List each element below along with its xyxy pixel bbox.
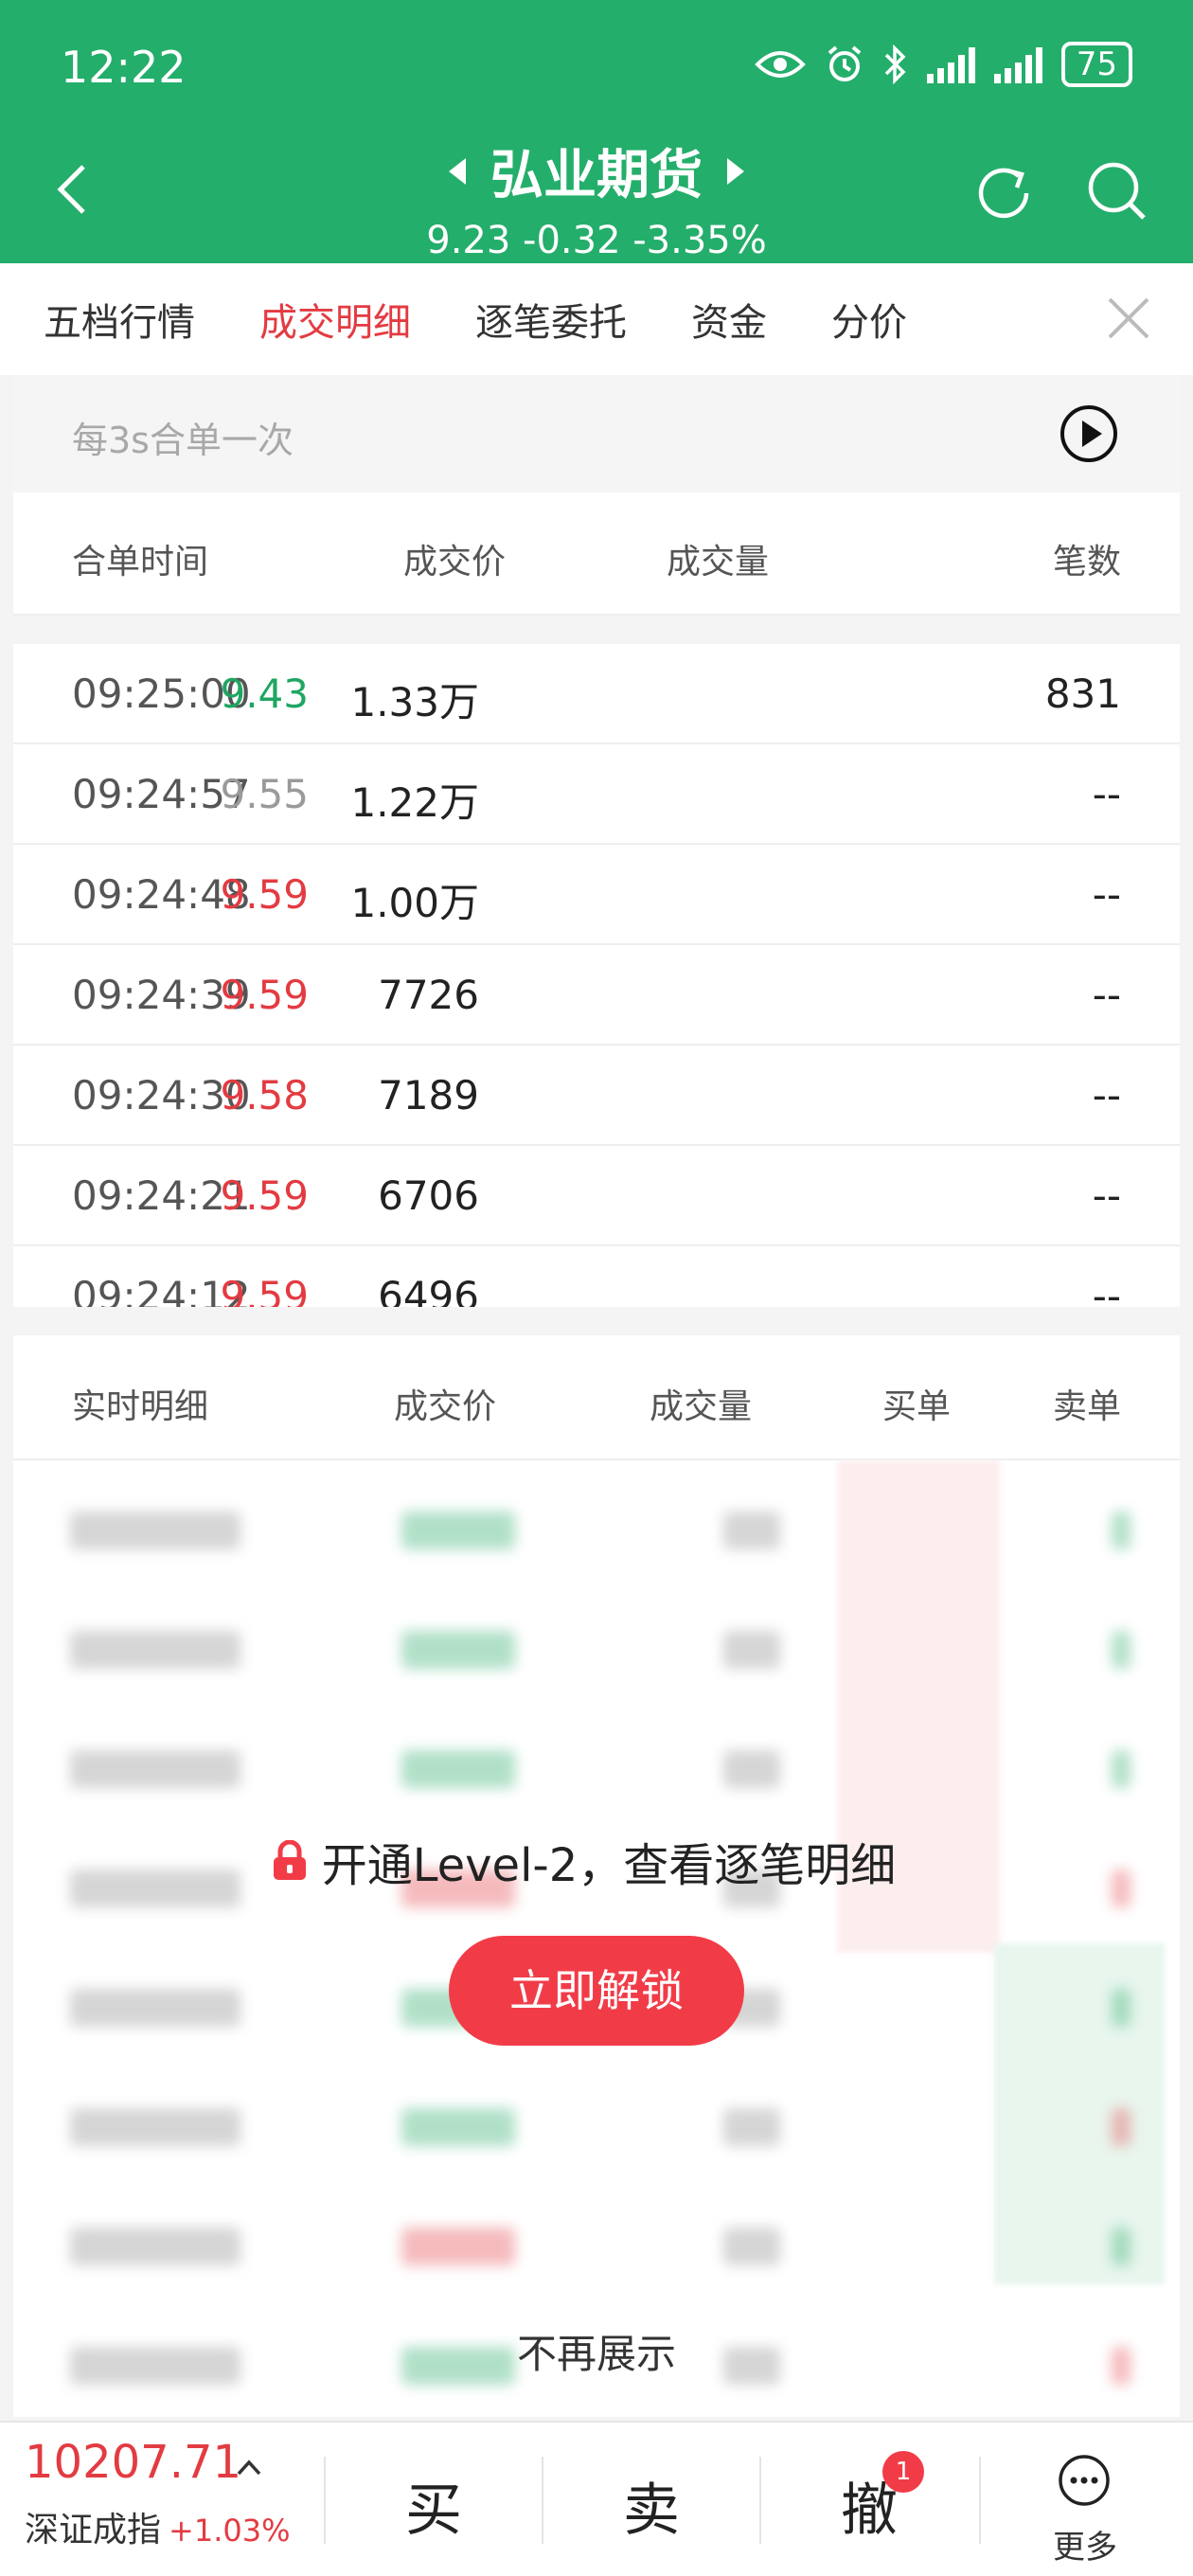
blurred-row [70,1621,1149,1678]
merge-bar: 每3s合单一次 [13,375,1180,492]
refresh-icon[interactable] [970,157,1036,224]
realtime-table-header: 实时明细 成交价 成交量 买单 卖单 [13,1335,1180,1460]
table-row[interactable]: 09:25:00 9.43 1.33万 831 [13,644,1180,744]
blurred-row [70,1741,1149,1798]
col-count: 笔数 [1052,543,1121,581]
col-realtime: 实时明细 [72,1387,209,1426]
row-volume: 1.22万 [350,779,479,826]
index-name-row: 深证成指 +1.03% [25,2502,290,2551]
merge-interval-text: 每3s合单一次 [72,420,294,461]
never-show-link[interactable]: 不再展示 [0,2322,1193,2380]
col-price-2: 成交价 [394,1387,497,1426]
cancel-badge: 1 [882,2451,924,2493]
col-volume-2: 成交量 [650,1387,753,1426]
signal-icon-2 [993,45,1042,83]
app-header: 12:22 75 弘业期货 9.23 -0.32 -3.35% [0,0,1193,263]
level2-lock-message: 开通Level-2，查看逐笔明细 [0,1828,1166,1894]
row-volume: 6706 [378,1172,479,1219]
tab-price-distribution[interactable]: 分价 [831,292,907,347]
blurred-row [70,1502,1149,1559]
table-row[interactable]: 09:24:21 9.59 6706 -- [13,1146,1180,1246]
tab-five-level[interactable]: 五档行情 [44,292,195,347]
row-volume: 7189 [378,1072,479,1118]
tab-bar: 五档行情 成交明细 逐笔委托 资金 分价 [0,263,1193,375]
next-stock-icon[interactable] [727,157,744,185]
table-row[interactable]: 09:24:57 9.55 1.22万 -- [13,744,1180,845]
page-title: 弘业期货 [490,145,703,206]
table-row[interactable]: 09:24:48 9.59 1.00万 -- [13,845,1180,945]
more-icon[interactable] [1057,2453,1112,2508]
row-volume: 7726 [378,972,479,1018]
play-icon[interactable] [1059,403,1119,464]
col-merge-time: 合单时间 [72,543,209,581]
row-volume: 1.33万 [350,679,479,725]
more-label[interactable]: 更多 [1053,2521,1117,2567]
divider [979,2457,981,2544]
stock-title: 弘业期货 9.23 -0.32 -3.35% [312,133,881,262]
row-count: -- [1092,1072,1121,1118]
row-count: -- [1092,871,1121,918]
index-value[interactable]: 10207.71 [25,2436,241,2489]
col-volume: 成交量 [667,543,770,581]
row-count: -- [1092,972,1121,1018]
row-price: 9.59 [220,1273,309,1307]
col-sell-order: 卖单 [1052,1387,1121,1426]
table-row[interactable]: 09:24:30 9.58 7189 -- [13,1046,1180,1146]
row-count: -- [1092,1273,1121,1307]
index-name: 深证成指 [25,2511,162,2549]
row-price: 9.59 [220,972,309,1018]
bluetooth-icon [884,45,906,84]
row-price: 9.59 [220,1172,309,1219]
table-row[interactable]: 09:24:12 9.59 6496 -- [13,1246,1180,1307]
row-price: 9.43 [220,671,309,717]
row-count: -- [1092,771,1121,817]
row-volume: 6496 [378,1273,479,1307]
stock-quote: 9.23 -0.32 -3.35% [426,219,767,262]
col-buy-order: 买单 [882,1387,952,1426]
back-icon[interactable] [53,161,91,218]
unlock-button[interactable]: 立即解锁 [449,1936,744,2046]
lock-text: 开通Level-2，查看逐笔明细 [321,1839,897,1892]
chevron-up-icon[interactable] [235,2453,263,2481]
row-price: 9.58 [220,1072,309,1118]
row-count: 831 [1044,671,1121,717]
alarm-icon [828,45,862,81]
status-time: 12:22 [61,42,187,93]
bottom-bar: 10207.71 深证成指 +1.03% 买 卖 撤 1 更多 [0,2421,1193,2576]
sell-button[interactable]: 卖 [623,2464,680,2547]
search-icon[interactable] [1083,157,1149,224]
tab-trade-detail[interactable]: 成交明细 [259,292,411,347]
row-count: -- [1092,1172,1121,1219]
tab-funds[interactable]: 资金 [691,292,767,347]
signal-icon [926,45,975,83]
buy-button[interactable]: 买 [405,2464,462,2547]
close-icon[interactable] [1102,292,1155,345]
lock-icon [273,1840,306,1880]
status-icons: 75 [754,42,1132,87]
index-change: +1.03% [169,2513,291,2549]
eye-icon [754,51,806,78]
divider [324,2457,326,2544]
trade-table-body[interactable]: 09:25:00 9.43 1.33万 831 09:24:57 9.55 1.22万 -- 0… [13,644,1180,1307]
row-volume: 1.00万 [350,880,479,926]
prev-stock-icon[interactable] [449,157,466,185]
tab-order-detail[interactable]: 逐笔委托 [475,292,627,347]
divider [759,2457,761,2544]
blurred-row [70,2099,1149,2156]
col-price: 成交价 [403,543,507,581]
table-row[interactable]: 09:24:39 9.59 7726 -- [13,945,1180,1046]
trade-table-header: 合单时间 成交价 成交量 笔数 [13,492,1180,616]
battery-icon: 75 [1060,42,1132,87]
blurred-row [70,2218,1149,2275]
row-price: 9.55 [220,771,309,817]
row-price: 9.59 [220,871,309,918]
divider [542,2457,543,2544]
